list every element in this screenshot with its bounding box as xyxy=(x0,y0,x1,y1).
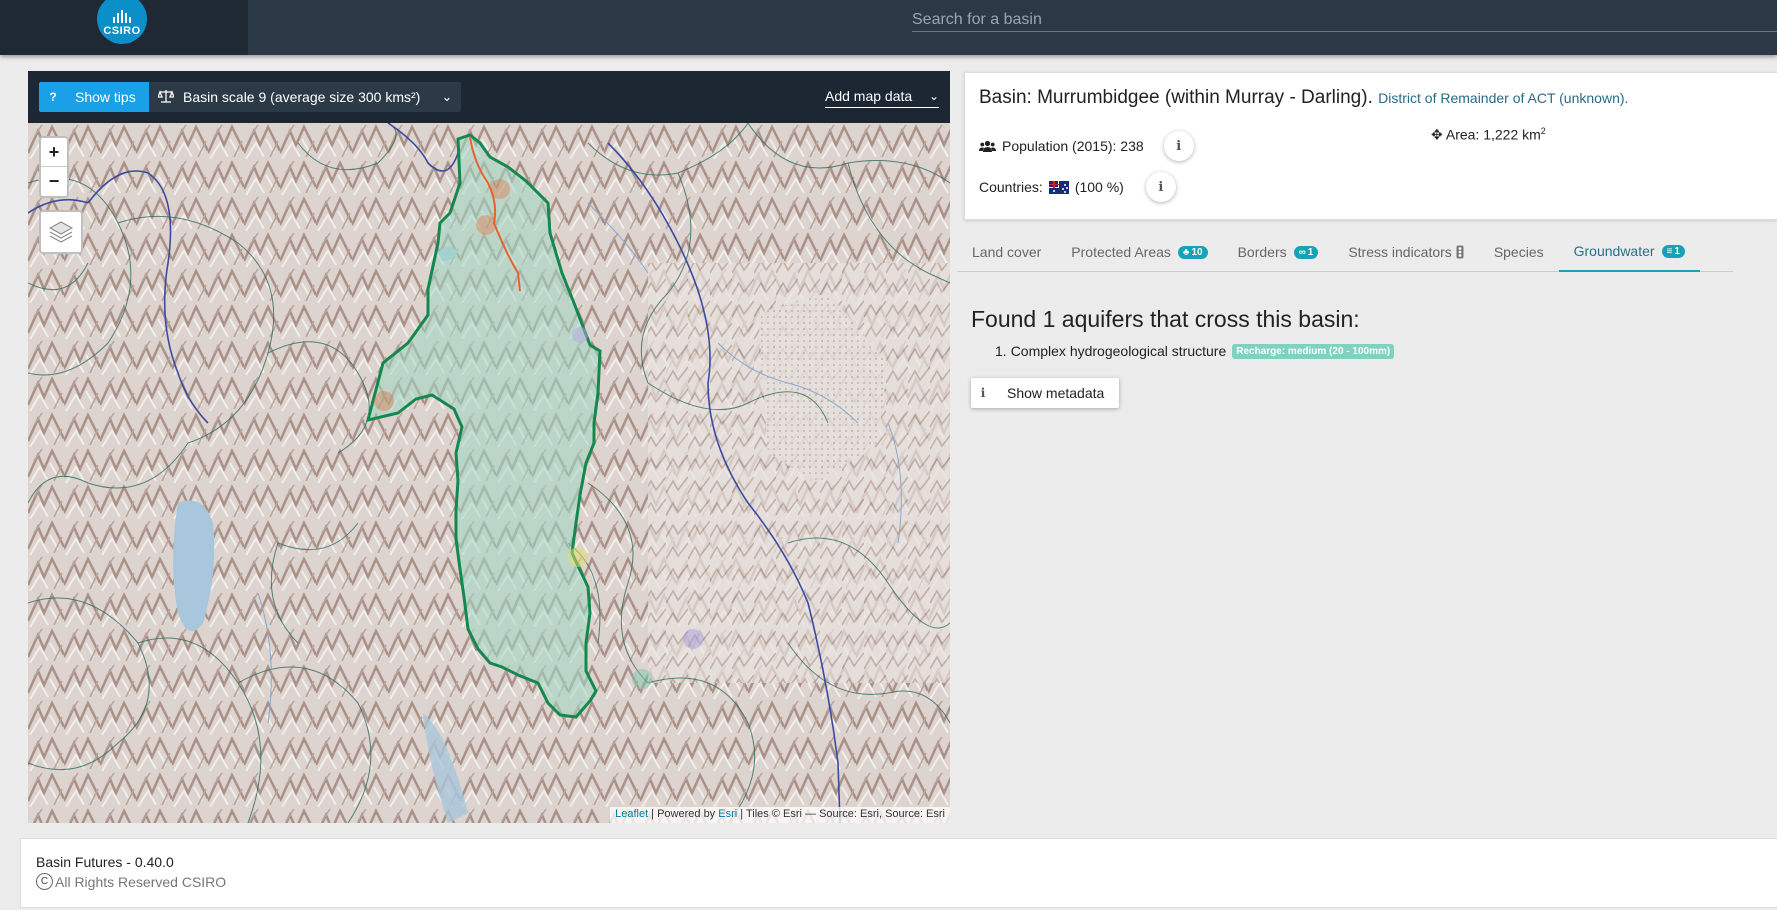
district-label: District of Remainder of ACT (unknown). xyxy=(1378,90,1629,106)
logo-bars-icon xyxy=(113,10,131,23)
badge-count: 1 xyxy=(1307,246,1314,258)
show-metadata-button[interactable]: i Show metadata xyxy=(971,378,1119,408)
info-icon: i xyxy=(980,386,986,400)
tab-label: Species xyxy=(1493,244,1544,260)
chevron-down-icon: ⌄ xyxy=(441,89,453,104)
footer: Basin Futures - 0.40.0 C All Rights Rese… xyxy=(20,838,1777,908)
copyright-row: C All Rights Reserved CSIRO xyxy=(36,873,226,890)
copyright-icon: C xyxy=(36,873,53,890)
map-canvas xyxy=(28,123,950,823)
basin-tabs: Land cover Protected Areas ♣ 10 Borders ∞… xyxy=(957,232,1733,272)
show-tips-label: Show tips xyxy=(75,89,136,105)
tab-label: Stress indicators xyxy=(1348,244,1452,260)
link-icon: ∞ xyxy=(1298,246,1306,258)
area-superscript: 2 xyxy=(1540,126,1546,136)
basin-map[interactable]: + − Leaflet | Powered by Esri | Tiles © … xyxy=(28,123,950,823)
chevron-down-icon: ⌄ xyxy=(928,88,939,103)
tab-label: Groundwater xyxy=(1573,243,1655,259)
arrows-move-icon: ✥ xyxy=(1431,126,1443,143)
traffic-light-icon xyxy=(1456,245,1464,259)
countries-label: Countries: xyxy=(979,179,1043,195)
population-row: Population (2015): 238 i xyxy=(979,131,1194,161)
csiro-logo[interactable]: CSIRO xyxy=(97,0,147,44)
layers-icon xyxy=(48,221,74,243)
area-row: ✥ Area: 1,222 km2 xyxy=(1431,126,1546,144)
top-bar: CSIRO xyxy=(0,0,1777,55)
tab-label: Land cover xyxy=(972,244,1042,260)
zoom-out-button[interactable]: − xyxy=(41,167,67,196)
leaf-icon: ♣ xyxy=(1182,246,1190,258)
tab-protected-areas[interactable]: Protected Areas ♣ 10 xyxy=(1056,232,1222,272)
zoom-control: + − xyxy=(39,136,69,198)
population-info-button[interactable]: i xyxy=(1163,131,1194,161)
app-version: Basin Futures - 0.40.0 xyxy=(36,854,174,870)
tab-label: Borders xyxy=(1237,244,1287,260)
powered-by-text: | Powered by xyxy=(648,808,719,820)
aquifer-list-item: 1. Complex hydrogeological structure Rec… xyxy=(995,343,1395,359)
basin-search-input[interactable] xyxy=(912,8,1777,32)
esri-link[interactable]: Esri xyxy=(718,808,737,820)
tab-borders[interactable]: Borders ∞ 1 xyxy=(1223,232,1334,272)
groundwater-badge: ≡ 1 xyxy=(1661,244,1685,258)
basin-name: Basin: Murrumbidgee (within Murray - Dar… xyxy=(979,87,1373,108)
balance-scale-icon xyxy=(153,89,179,106)
borders-badge: ∞ 1 xyxy=(1293,245,1319,259)
basin-scale-dropdown[interactable]: Basin scale 9 (average size 300 kms²) ⌄ xyxy=(149,82,461,112)
water-icon: ≡ xyxy=(1666,245,1673,257)
tab-groundwater[interactable]: Groundwater ≡ 1 xyxy=(1558,232,1700,272)
aquifer-name: Complex hydrogeological structure xyxy=(1010,343,1227,359)
map-attribution: Leaflet | Powered by Esri | Tiles © Esri… xyxy=(610,807,950,823)
tab-species[interactable]: Species xyxy=(1479,232,1559,272)
countries-percentage: (100 %) xyxy=(1074,179,1124,195)
leaflet-link[interactable]: Leaflet xyxy=(615,808,648,820)
australia-flag-icon xyxy=(1048,180,1069,194)
question-icon: ? xyxy=(49,90,57,104)
logo-area: CSIRO xyxy=(0,0,248,55)
basin-info-card: Basin: Murrumbidgee (within Murray - Dar… xyxy=(964,72,1777,220)
show-tips-button[interactable]: ? Show tips xyxy=(39,82,149,112)
badge-count: 1 xyxy=(1674,245,1680,257)
population-label: Population (2015): 238 xyxy=(1002,138,1144,154)
add-map-data-label: Add map data xyxy=(825,87,913,104)
basin-title: Basin: Murrumbidgee (within Murray - Dar… xyxy=(979,87,1628,109)
users-icon xyxy=(979,140,996,152)
map-panel: ? Show tips Basin scale 9 (average size … xyxy=(28,71,950,823)
recharge-badge: Recharge: medium (20 - 100mm) xyxy=(1232,343,1395,359)
tab-stress-indicators[interactable]: Stress indicators xyxy=(1333,232,1478,272)
add-map-data-dropdown[interactable]: Add map data ⌄ xyxy=(825,84,939,108)
tiles-text: | Tiles © Esri — Source: Esri, Source: E… xyxy=(737,808,945,820)
protected-areas-badge: ♣ 10 xyxy=(1177,245,1208,259)
badge-count: 10 xyxy=(1191,246,1203,258)
aquifer-number: 1. xyxy=(995,343,1007,359)
zoom-in-button[interactable]: + xyxy=(41,138,67,167)
show-metadata-label: Show metadata xyxy=(1007,385,1105,401)
tab-label: Protected Areas xyxy=(1071,244,1171,260)
aquifers-heading: Found 1 aquifers that cross this basin: xyxy=(971,306,1360,332)
copyright-text: All Rights Reserved CSIRO xyxy=(55,873,227,890)
tab-land-cover[interactable]: Land cover xyxy=(957,232,1056,272)
logo-text: CSIRO xyxy=(103,25,141,37)
countries-row: Countries: (100 %) i xyxy=(979,172,1176,202)
layers-button[interactable] xyxy=(39,210,83,254)
area-label: Area: 1,222 km xyxy=(1445,126,1541,143)
basin-scale-label: Basin scale 9 (average size 300 kms²) xyxy=(183,89,421,105)
map-toolbar: ? Show tips Basin scale 9 (average size … xyxy=(28,71,950,123)
countries-info-button[interactable]: i xyxy=(1145,172,1176,202)
